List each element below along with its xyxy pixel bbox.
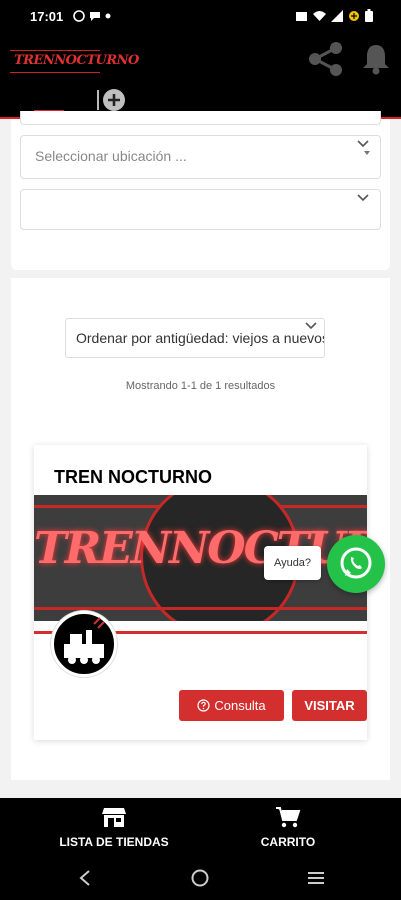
results-count: Mostrando 1-1 de 1 resultados [125, 380, 276, 392]
train-icon [64, 617, 105, 664]
visitar-label: VISITAR [304, 698, 355, 713]
sort-selected-value: Ordenar por antigüedad: viejos a nuevos [76, 330, 325, 346]
nav-cart-label: CARRITO [260, 835, 316, 849]
location-select[interactable]: Seleccionar ubicación ... [20, 135, 381, 179]
logo-line-top [10, 50, 100, 51]
home-icon[interactable] [191, 869, 209, 887]
notifications-button[interactable] [358, 41, 394, 77]
consulta-label: Consulta [214, 698, 266, 713]
nav-store-list[interactable]: LISTA DE TIENDAS [58, 806, 170, 849]
status-time: 17:01 [30, 9, 64, 24]
banner-stripe-bottom [34, 607, 367, 610]
chevron-down-icon [357, 194, 369, 202]
filters-card: Seleccionar ubicación ... [11, 111, 390, 270]
tab-divider [97, 90, 99, 110]
share-icon [309, 42, 342, 76]
help-tooltip[interactable]: Ayuda? [264, 546, 321, 580]
chevron-down-icon [357, 140, 369, 148]
plus-circle-icon [104, 90, 124, 110]
dot-icon [105, 13, 111, 19]
chevron-down-icon [305, 322, 317, 330]
recents-icon[interactable] [307, 871, 325, 885]
store-title[interactable]: TREN NOCTURNO [54, 467, 212, 488]
alarm-icon [296, 11, 307, 21]
consulta-button[interactable]: Consulta [179, 690, 284, 721]
category-select[interactable] [20, 189, 381, 230]
store-avatar[interactable] [51, 611, 117, 677]
location-placeholder: Seleccionar ubicación ... [35, 148, 187, 164]
bell-icon [363, 45, 389, 75]
status-bar: 17:01 [0, 0, 401, 34]
signal-icon [331, 9, 343, 22]
battery-icon [365, 9, 373, 22]
logo-line-bottom [10, 72, 100, 73]
whatsapp-icon [73, 10, 85, 22]
share-button[interactable] [306, 39, 346, 79]
bottom-navigation: LISTA DE TIENDAS CARRITO [0, 798, 401, 856]
add-tab-button[interactable] [103, 89, 125, 111]
logo[interactable]: TRENNOCTURNO [10, 48, 139, 74]
store-icon [102, 808, 126, 827]
logo-text: TRENNOCTURNO [14, 53, 139, 68]
caret-icon [364, 151, 370, 155]
wifi-icon [313, 10, 326, 21]
cart-icon [276, 807, 301, 828]
system-navigation-bar [0, 856, 401, 900]
help-circle-icon [197, 699, 210, 712]
chat-icon [90, 12, 100, 21]
app-bar: TRENNOCTURNO [0, 34, 401, 118]
partial-field[interactable] [20, 111, 381, 125]
store-card[interactable]: TREN NOCTURNO TRENNOCTURNO Consulta VISI… [34, 445, 367, 740]
whatsapp-icon [340, 547, 372, 579]
results-area: Ordenar por antigüedad: viejos a nuevos … [11, 278, 390, 780]
nav-store-list-label: LISTA DE TIENDAS [59, 835, 169, 849]
battery-saver-icon [349, 10, 359, 21]
whatsapp-button[interactable] [327, 535, 385, 593]
nav-cart[interactable]: CARRITO [258, 806, 318, 849]
back-icon[interactable] [78, 870, 92, 886]
sort-select[interactable]: Ordenar por antigüedad: viejos a nuevos [65, 318, 325, 358]
visitar-button[interactable]: VISITAR [292, 690, 367, 721]
help-label: Ayuda? [273, 557, 312, 569]
